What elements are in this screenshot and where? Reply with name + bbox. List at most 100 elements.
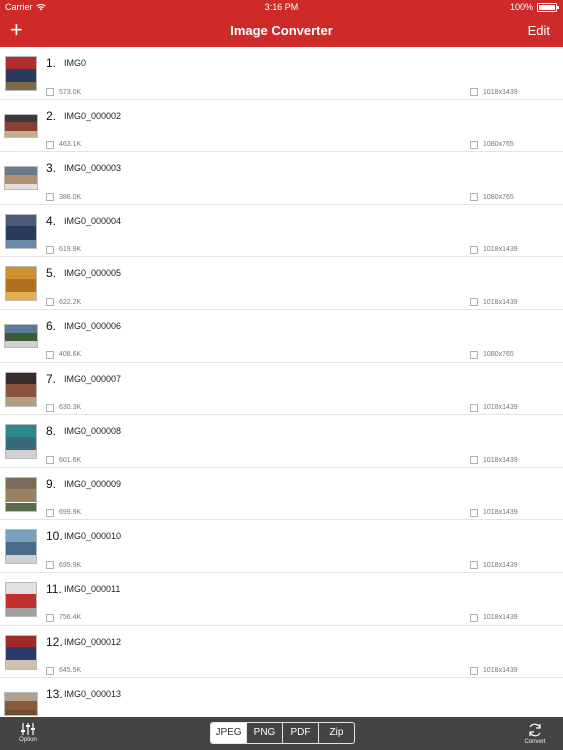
- file-name: IMG0_000012: [64, 636, 122, 647]
- dimensions-value: 1018x1439: [483, 404, 518, 412]
- edit-button[interactable]: Edit: [528, 23, 550, 38]
- file-size: 386.0K: [46, 193, 82, 202]
- file-name: IMG0_000003: [64, 163, 122, 174]
- list-item[interactable]: 12. IMG0_000012 645.5K 1018x1439: [0, 626, 563, 679]
- dimensions-value: 1018x1439: [483, 614, 518, 622]
- image-thumbnail: [4, 113, 38, 138]
- file-icon: [46, 456, 54, 465]
- file-name: IMG0_000013: [64, 689, 122, 700]
- dimensions-icon: [470, 456, 478, 465]
- file-size: 756.4K: [46, 613, 82, 622]
- list-item[interactable]: 13. IMG0_000013: [0, 678, 563, 717]
- list-item[interactable]: 9. IMG0_000009 699.9K 1018x1439: [0, 468, 563, 521]
- list-item[interactable]: 8. IMG0_000008 601.6K 1018x1439: [0, 415, 563, 468]
- dimensions-icon: [470, 508, 478, 517]
- image-thumbnail: [4, 323, 38, 348]
- list-item[interactable]: 6. IMG0_000006 408.6K 1080x765: [0, 310, 563, 363]
- dimensions-icon: [470, 666, 478, 675]
- item-number: 3.: [46, 161, 57, 176]
- file-size-value: 695.9K: [59, 561, 82, 569]
- item-number: 11.: [46, 581, 62, 596]
- file-icon: [46, 666, 54, 675]
- image-dimensions: 1018x1439: [470, 561, 518, 570]
- file-size: 622.2K: [46, 298, 82, 307]
- file-icon: [46, 140, 54, 149]
- image-thumbnail: [5, 266, 37, 302]
- item-number: 1.: [46, 56, 57, 70]
- dimensions-value: 1018x1439: [483, 509, 518, 517]
- convert-button[interactable]: Convert: [521, 722, 549, 745]
- item-number: 6.: [46, 318, 57, 333]
- image-dimensions: 1080x765: [470, 140, 514, 149]
- item-number: 8.: [46, 424, 57, 439]
- image-list[interactable]: 1. IMG0 573.0K 1018x1439 2. IMG0_000002 463.1K…: [0, 47, 563, 717]
- dimensions-icon: [470, 88, 478, 96]
- battery-percent: 100%: [509, 2, 533, 12]
- bottom-toolbar: Option JPEG PNG PDF Zip Convert: [0, 717, 563, 750]
- file-size: 619.9K: [46, 245, 81, 254]
- list-item[interactable]: 11. IMG0_000011 756.4K 1018x1439: [0, 573, 563, 626]
- dimensions-value: 1018x1439: [483, 456, 518, 464]
- dimensions-icon: [470, 193, 478, 202]
- file-name: IMG0_000007: [64, 373, 122, 384]
- file-size: 645.5K: [46, 666, 82, 675]
- format-png-button[interactable]: PNG: [246, 723, 282, 743]
- battery-icon: [537, 2, 559, 12]
- list-item[interactable]: 3. IMG0_000003 386.0K 1080x765: [0, 152, 563, 205]
- file-size-value: 386.0K: [59, 193, 82, 201]
- file-icon: [46, 88, 54, 96]
- image-thumbnail: [5, 424, 37, 460]
- list-item[interactable]: 10. IMG0_000010 695.9K 1018x1439: [0, 520, 563, 573]
- image-thumbnail: [5, 371, 37, 407]
- list-item[interactable]: 1. IMG0 573.0K 1018x1439: [0, 47, 563, 100]
- file-name: IMG0_000005: [64, 268, 122, 279]
- image-thumbnail: [5, 634, 37, 670]
- file-size-value: 463.1K: [59, 141, 82, 149]
- list-item[interactable]: 2. IMG0_000002 463.1K 1080x765: [0, 100, 563, 153]
- format-jpeg-button[interactable]: JPEG: [211, 723, 246, 743]
- status-right: 100%: [509, 2, 559, 12]
- item-number: 5.: [46, 266, 57, 281]
- dimensions-value: 1018x1439: [483, 561, 518, 569]
- list-item[interactable]: 4. IMG0_000004 619.9K 1018x1439: [0, 205, 563, 258]
- option-label: Option: [19, 737, 37, 743]
- page-title: Image Converter: [230, 23, 333, 38]
- file-size: 699.9K: [46, 508, 81, 517]
- dimensions-icon: [470, 613, 478, 622]
- dimensions-value: 1080x765: [483, 141, 514, 149]
- list-item[interactable]: 7. IMG0_000007 630.3K 1018x1439: [0, 363, 563, 416]
- file-size: 408.6K: [46, 350, 82, 359]
- file-icon: [46, 561, 54, 570]
- list-item[interactable]: 5. IMG0_000005 622.2K 1018x1439: [0, 257, 563, 310]
- nav-bar: + Image Converter Edit: [0, 16, 563, 47]
- format-pdf-button[interactable]: PDF: [282, 723, 318, 743]
- file-icon: [46, 245, 54, 254]
- file-size: 630.3K: [46, 403, 82, 412]
- item-number: 2.: [46, 108, 57, 123]
- item-number: 9.: [46, 476, 57, 491]
- file-name: IMG0_000002: [64, 110, 122, 121]
- file-size-value: 630.3K: [59, 404, 82, 412]
- dimensions-icon: [470, 245, 478, 254]
- file-name: IMG0_000011: [64, 583, 121, 594]
- file-icon: [46, 193, 54, 202]
- image-dimensions: 1018x1439: [470, 456, 518, 465]
- file-size-value: 756.4K: [59, 614, 82, 622]
- file-icon: [46, 350, 54, 359]
- file-size-value: 645.5K: [59, 667, 82, 675]
- file-size: 601.6K: [46, 456, 81, 465]
- format-selector[interactable]: JPEG PNG PDF Zip: [210, 722, 355, 744]
- option-button[interactable]: Option: [14, 722, 42, 743]
- file-size-value: 573.0K: [59, 88, 82, 96]
- file-icon: [46, 403, 54, 412]
- dimensions-value: 1018x1439: [483, 298, 518, 306]
- file-icon: [46, 298, 54, 307]
- file-size: 463.1K: [46, 140, 82, 149]
- file-size: 695.9K: [46, 561, 82, 570]
- file-name: IMG0_000009: [64, 478, 122, 489]
- file-size-value: 622.2K: [59, 298, 82, 306]
- file-size-value: 408.6K: [59, 351, 82, 359]
- file-name: IMG0_000008: [64, 426, 122, 437]
- image-thumbnail: [4, 166, 38, 191]
- format-zip-button[interactable]: Zip: [318, 723, 354, 743]
